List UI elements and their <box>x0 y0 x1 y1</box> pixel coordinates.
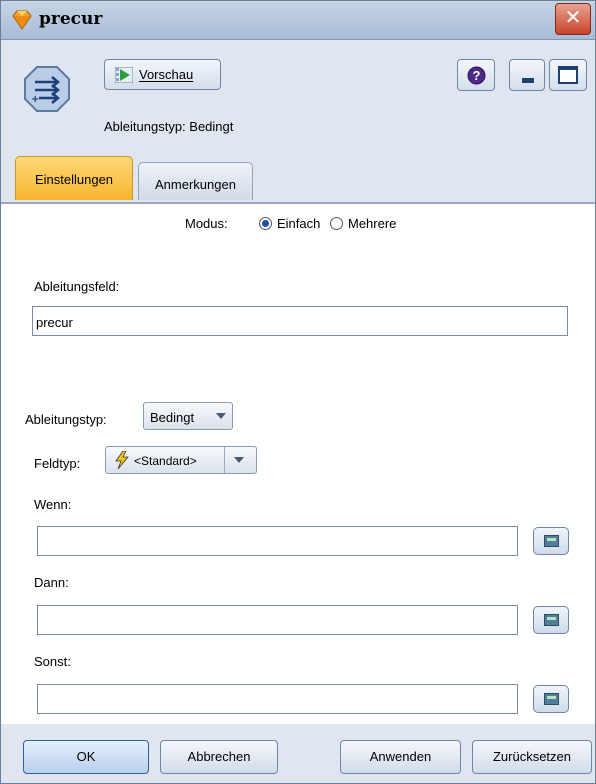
chevron-down-icon <box>234 457 244 463</box>
apply-button[interactable]: Anwenden <box>340 740 461 774</box>
help-icon: ? <box>467 66 486 85</box>
gem-icon <box>12 10 32 30</box>
mode-option-label: Mehrere <box>348 216 397 231</box>
maximize-icon <box>558 66 578 84</box>
if-expression-builder-button[interactable] <box>533 527 569 555</box>
svg-text:?: ? <box>473 68 481 83</box>
else-label: Sonst: <box>34 654 71 669</box>
if-condition-input[interactable] <box>37 526 518 556</box>
field-type-value: <Standard> <box>134 454 197 468</box>
window-title: precur <box>39 9 103 29</box>
cancel-button[interactable]: Abbrechen <box>160 740 278 774</box>
preview-label: Vorschau <box>139 67 194 82</box>
button-bar: OK Abbrechen Anwenden Zurücksetzen <box>1 724 595 783</box>
else-expression-builder-button[interactable] <box>533 685 569 713</box>
lightning-icon <box>115 451 129 469</box>
maximize-button[interactable] <box>549 59 587 91</box>
field-type-label: Feldtyp: <box>34 456 81 471</box>
expression-builder-icon <box>544 614 559 626</box>
mode-label: Modus: <box>185 216 228 231</box>
mode-option-label: Einfach <box>277 216 321 231</box>
help-button[interactable]: ? <box>457 59 495 91</box>
title-bar[interactable]: precur ✕ <box>1 1 595 40</box>
ok-button[interactable]: OK <box>23 740 149 774</box>
derive-type-value: Bedingt <box>150 410 195 425</box>
derive-field-input[interactable]: precur <box>32 306 568 336</box>
then-label: Dann: <box>34 575 69 590</box>
tab-anmerkungen[interactable]: Anmerkungen <box>138 162 253 200</box>
then-expression-input[interactable] <box>37 605 518 635</box>
reset-button[interactable]: Zurücksetzen <box>472 740 592 774</box>
preview-icon <box>115 67 133 83</box>
svg-text:+: + <box>31 94 39 105</box>
if-label: Wenn: <box>34 497 72 512</box>
settings-panel: Modus: Einfach Mehrere Ableitungsfeld: p… <box>1 204 595 724</box>
then-expression-builder-button[interactable] <box>533 606 569 634</box>
minimize-icon <box>522 78 534 83</box>
mode-radio-einfach[interactable] <box>259 217 272 230</box>
mode-radio-mehrere[interactable] <box>330 217 343 230</box>
derive-field-label: Ableitungsfeld: <box>34 279 120 294</box>
chevron-down-icon <box>216 413 226 419</box>
derive-type-select[interactable]: Bedingt <box>143 402 233 430</box>
close-icon: ✕ <box>564 7 582 29</box>
tab-label: Anmerkungen <box>155 177 236 192</box>
expression-builder-icon <box>544 693 559 705</box>
derive-node-icon: + <box>24 66 70 112</box>
preview-button[interactable]: Vorschau <box>104 59 221 90</box>
else-expression-input[interactable] <box>37 684 518 714</box>
tab-bar: Einstellungen Anmerkungen <box>1 152 595 204</box>
dialog-window: precur ✕ + Vorschau ? Ableitungstyp: Bed… <box>0 0 596 784</box>
tab-einstellungen[interactable]: Einstellungen <box>15 156 133 200</box>
expression-builder-icon <box>544 535 559 547</box>
field-type-select[interactable]: <Standard> <box>105 446 257 474</box>
minimize-button[interactable] <box>509 59 545 91</box>
derive-type-caption: Ableitungstyp: Bedingt <box>104 119 234 134</box>
close-button[interactable]: ✕ <box>555 3 591 35</box>
derive-type-label: Ableitungstyp: <box>25 412 107 427</box>
tab-label: Einstellungen <box>34 172 114 187</box>
